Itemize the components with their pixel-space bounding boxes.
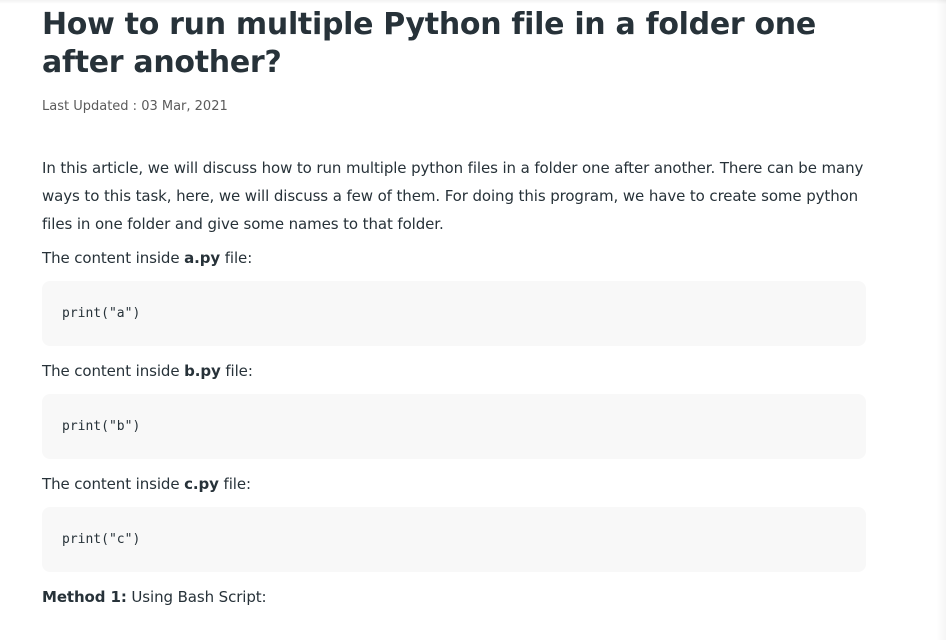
code-c: print("c") (62, 532, 141, 547)
file-b-label: The content inside b.py file: (42, 362, 253, 380)
file-a-label: The content inside a.py file: (42, 249, 253, 267)
file-c-label: The content inside c.py file: (42, 475, 251, 493)
code-block-c[interactable]: print("c") (42, 507, 866, 572)
code-block-a[interactable]: print("a") (42, 281, 866, 346)
intro-paragraph: In this article, we will discuss how to … (42, 159, 864, 233)
filename-b: b.py (184, 362, 221, 380)
article-content: How to run multiple Python file in a fol… (42, 0, 866, 611)
right-scroll-edge (936, 0, 946, 640)
filename-c: c.py (184, 475, 219, 493)
code-block-b[interactable]: print("b") (42, 394, 866, 459)
code-b: print("b") (62, 419, 141, 434)
method-1-heading: Method 1: Using Bash Script: (42, 583, 866, 611)
code-a: print("a") (62, 306, 141, 321)
method-text: Using Bash Script: (126, 588, 267, 606)
filename-a: a.py (184, 249, 221, 267)
last-updated: Last Updated : 03 Mar, 2021 (42, 99, 228, 114)
method-label: Method 1: (42, 588, 127, 606)
article-title: How to run multiple Python file in a fol… (42, 7, 816, 80)
